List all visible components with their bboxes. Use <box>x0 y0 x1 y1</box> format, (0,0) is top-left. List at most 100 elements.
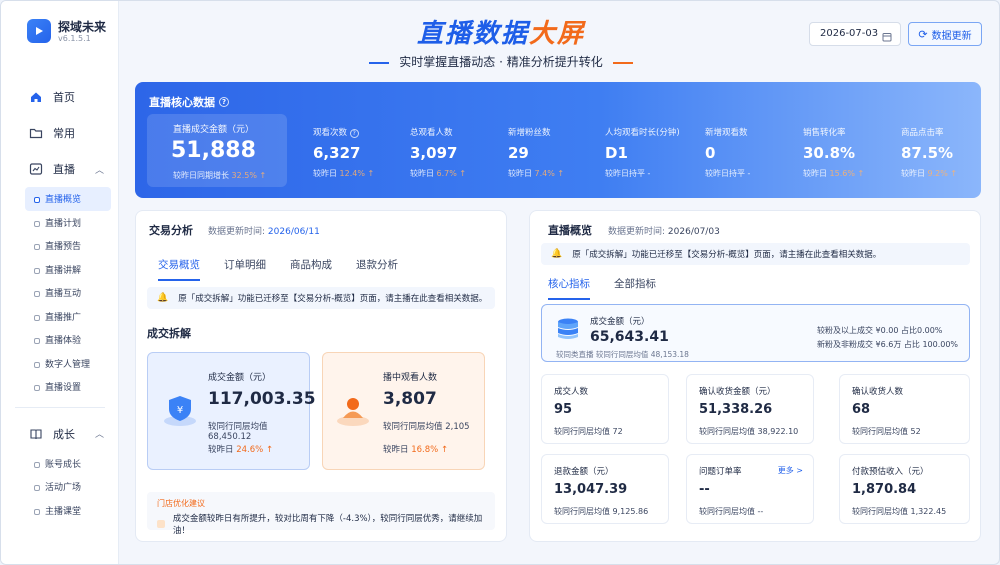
more-link[interactable]: 更多 > <box>778 465 803 476</box>
refresh-button[interactable]: ⟳ 数据更新 <box>908 22 982 46</box>
tab-refund-analysis[interactable]: 退款分析 <box>356 257 398 281</box>
advice-body: 成交金额较昨日有所提升，较对比周有下降（-4.3%），较同行同层优秀，请继续加油… <box>157 512 495 536</box>
kpi-label: 观看次数 ? <box>313 126 403 138</box>
trade-tabs: 交易概览 订单明细 商品构成 退款分析 <box>158 257 422 281</box>
refresh-icon: ⟳ <box>918 27 928 41</box>
kpi-click-rate: 商品点击率 87.5% 较昨日 9.2% ↑ <box>901 126 991 179</box>
tile-value: 68 <box>852 402 871 417</box>
section-title: 成交拆解 <box>147 327 191 340</box>
sidebar-nav: 首页 常用 直播 ︿ 直播概览 直播计划 直播预告 直播讲解 直播互动 直播推广… <box>1 79 119 522</box>
trade-update-time: 数据更新时间: 2026/06/11 <box>208 227 320 237</box>
kpi-compare: 较昨日持平 - <box>605 169 651 178</box>
yuan-shield-icon: ¥ <box>162 393 198 430</box>
metric-tile-estimated-income: 付款预估收入（元） 1,870.84 较同行同层均值 1,322.45 <box>839 454 970 524</box>
sidebar-item-label: 成长 <box>53 427 75 441</box>
tile-peer: 较同行同层均值 -- <box>699 507 764 516</box>
tile-value: 3,807 <box>383 389 437 409</box>
sidebar-subitem-activity-plaza[interactable]: 活动广场 <box>1 475 119 499</box>
overview-core-tile: 成交金额（元） 65,643.41 较同类直播 较同行同层均值 48,153.1… <box>541 304 970 362</box>
tab-order-detail[interactable]: 订单明细 <box>224 257 266 281</box>
core-main-metric: 直播成交金额（元） 51,888 较昨日同期增长 32.5% ↑ <box>147 114 287 187</box>
date-picker[interactable]: 2026-07-03 <box>809 22 901 46</box>
tile-label: 退款金额（元） <box>554 467 614 477</box>
tab-trade-overview[interactable]: 交易概览 <box>158 257 200 281</box>
notice-text: 原「成交拆解」功能已迁移至【交易分析-概览】页面，请主播在此查看相关数据。 <box>178 294 488 304</box>
sidebar-subitem-live-promote[interactable]: 直播推广 <box>1 305 119 329</box>
tile-peer: 较同行同层均值 2,105 <box>383 422 470 432</box>
sidebar-subitem-live-explain[interactable]: 直播讲解 <box>1 258 119 282</box>
sidebar-item-growth[interactable]: 成长 ︿ <box>1 416 119 452</box>
sidebar-subitem-live-preview[interactable]: 直播预告 <box>1 234 119 258</box>
database-icon <box>554 315 582 346</box>
person-icon <box>335 393 371 430</box>
kpi-compare: 较昨日 15.6% ↑ <box>803 169 865 178</box>
tab-core-metrics[interactable]: 核心指标 <box>548 276 590 300</box>
tile-peer: 较同行同层均值 52 <box>852 427 921 436</box>
advice-title: 门店优化建议 <box>157 499 205 508</box>
kpi-value: 87.5% <box>901 144 954 162</box>
help-icon[interactable]: ? <box>349 129 359 138</box>
sidebar-subitem-live-overview[interactable]: 直播概览 <box>25 187 111 211</box>
tile-label: 确认收货人数 <box>852 387 904 397</box>
kpi-views: 观看次数 ? 6,327 较昨日 12.4% ↑ <box>313 126 403 179</box>
metric-tile-buyers: 成交人数 95 较同行同层均值 72 <box>541 374 669 444</box>
kpi-label: 销售转化率 <box>803 128 846 138</box>
kpi-label: 新增观看数 <box>705 128 748 138</box>
sidebar-subitem-digital-human[interactable]: 数字人管理 <box>1 352 119 376</box>
metric-tile-confirmed-amount: 确认收货金额（元） 51,338.26 较同行同层均值 38,922.10 <box>686 374 814 444</box>
notice-text: 原「成交拆解」功能已迁移至【交易分析-概览】页面，请主播在此查看相关数据。 <box>572 250 882 260</box>
kpi-compare: 较昨日 7.4% ↑ <box>508 169 565 178</box>
app-window: 探域未来 v6.1.5.1 首页 常用 直播 ︿ 直播概览 直播计划 直播预告 … <box>0 0 1000 565</box>
sidebar-subitem-anchor-class[interactable]: 主播课堂 <box>1 499 119 523</box>
overview-notice: 🔔 原「成交拆解」功能已迁移至【交易分析-概览】页面，请主播在此查看相关数据。 <box>541 243 970 265</box>
chevron-up-icon[interactable]: ︿ <box>95 163 104 176</box>
kpi-value: 30.8% <box>803 144 856 162</box>
sidebar-item-label: 常用 <box>53 127 75 140</box>
new-fans-share: 新粉及非粉成交 ¥6.6万 占比 100.00% <box>817 340 959 349</box>
advice-icon <box>157 520 165 528</box>
tile-value: -- <box>699 482 710 497</box>
live-submenu: 直播概览 直播计划 直播预告 直播讲解 直播互动 直播推广 直播体验 数字人管理… <box>1 187 119 399</box>
chart-icon <box>29 162 43 176</box>
live-viewers-tile: 播中观看人数 3,807 较同行同层均值 2,105 较昨日 16.8% ↑ <box>322 352 485 470</box>
tile-value: 51,338.26 <box>699 402 773 417</box>
sidebar-item-common[interactable]: 常用 <box>1 115 119 151</box>
tile-compare: 较同类直播 较同行同层均值 48,153.18 <box>556 350 689 359</box>
sidebar-subitem-live-interact[interactable]: 直播互动 <box>1 281 119 305</box>
sidebar-item-home[interactable]: 首页 <box>1 79 119 115</box>
tile-label: 成交金额（元） <box>208 373 272 383</box>
bell-icon: 🔔 <box>551 249 563 259</box>
kpi-label: 总观看人数 <box>410 128 453 138</box>
tile-value: 13,047.39 <box>554 482 628 497</box>
core-data-panel: 直播核心数据? 直播成交金额（元） 51,888 较昨日同期增长 32.5% ↑… <box>135 82 981 198</box>
tile-value: 117,003.35 <box>208 389 316 409</box>
fans-share: 较粉及以上成交 ¥0.00 占比0.00% <box>817 326 943 335</box>
home-icon <box>29 90 43 104</box>
kpi-sales-conversion: 销售转化率 30.8% 较昨日 15.6% ↑ <box>803 126 893 179</box>
help-icon[interactable]: ? <box>219 97 229 107</box>
sidebar-subitem-live-settings[interactable]: 直播设置 <box>1 375 119 399</box>
tile-label: 确认收货金额（元） <box>699 387 776 397</box>
optimization-advice: 门店优化建议 成交金额较昨日有所提升，较对比周有下降（-4.3%），较同行同层优… <box>147 492 495 536</box>
bell-icon: 🔔 <box>157 293 169 303</box>
subtitle-dash-right <box>612 61 633 64</box>
tile-label: 成交金额（元） <box>590 317 650 327</box>
tab-product-mix[interactable]: 商品构成 <box>290 257 332 281</box>
sidebar-subitem-account-growth[interactable]: 账号成长 <box>1 452 119 476</box>
trade-card-title: 交易分析 <box>149 224 193 237</box>
kpi-compare: 较昨日 9.2% ↑ <box>901 169 958 178</box>
chevron-up-icon[interactable]: ︿ <box>95 427 104 440</box>
metric-label: 直播成交金额（元） <box>173 125 255 135</box>
kpi-viewers: 总观看人数 3,097 较昨日 6.7% ↑ <box>410 126 500 179</box>
tile-label: 播中观看人数 <box>383 373 438 383</box>
tile-value: 1,870.84 <box>852 482 917 497</box>
sidebar-subitem-live-experience[interactable]: 直播体验 <box>1 328 119 352</box>
calendar-icon <box>882 29 892 42</box>
tile-peer: 较同行同层均值 1,322.45 <box>852 507 947 516</box>
tab-all-metrics[interactable]: 全部指标 <box>614 276 656 300</box>
sidebar-subitem-live-plan[interactable]: 直播计划 <box>1 211 119 235</box>
overview-tabs: 核心指标 全部指标 <box>548 276 680 300</box>
tile-label: 问题订单率 <box>699 467 742 477</box>
sidebar-item-live[interactable]: 直播 ︿ <box>1 151 119 187</box>
tile-peer: 较同行同层均值 72 <box>554 427 623 436</box>
